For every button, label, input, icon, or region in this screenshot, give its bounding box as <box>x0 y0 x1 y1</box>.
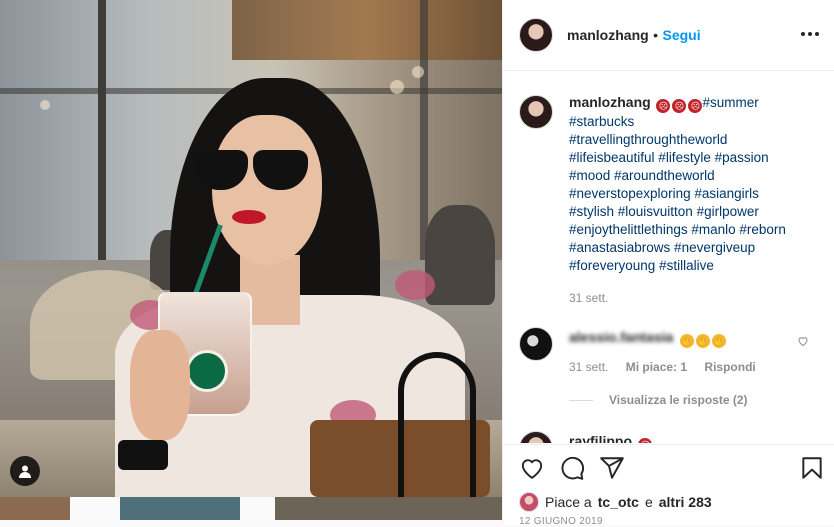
post-sidebar: manlozhang • Segui manlozhang ☹ ☹ ☹ #summer… <box>502 0 834 527</box>
photo-window-frame <box>420 0 428 260</box>
photo-lips <box>232 210 266 224</box>
photo-sunglasses <box>193 150 313 192</box>
comment-line: alessio.fantasia ✋ ✋ ✋ <box>569 329 726 348</box>
post-header: manlozhang • Segui <box>503 0 834 71</box>
reply-button[interactable]: Rispondi <box>704 360 755 374</box>
caption: manlozhang ☹ ☹ ☹ #summer #starbucks #travel… <box>569 93 819 307</box>
angry-face-icon: ☹ <box>688 99 703 113</box>
likes-others[interactable]: altri 283 <box>659 494 712 510</box>
hashtag-line[interactable]: #travellingthroughtheworld <box>569 131 819 149</box>
header-user-line: manlozhang • Segui <box>567 27 701 45</box>
caption-time: 31 sett. <box>569 291 609 305</box>
comment-username[interactable]: rayfilippo <box>569 433 632 443</box>
photo-light <box>412 66 424 78</box>
hashtag-line[interactable]: #starbucks <box>569 113 819 131</box>
photo-light <box>40 100 50 110</box>
likes-joiner: e <box>644 494 653 510</box>
view-replies-line <box>569 400 593 402</box>
likes-user[interactable]: tc_otc <box>598 494 639 510</box>
strip-thumb <box>0 497 70 520</box>
hashtag-line[interactable]: #mood #aroundtheworld <box>569 167 819 185</box>
clapping-hands-icon: ✋ <box>695 334 710 348</box>
user-tag-icon[interactable] <box>10 456 40 486</box>
likes-summary: Piace a tc_otc e altri 283 <box>519 492 712 512</box>
comment-icon[interactable] <box>559 455 585 481</box>
comment-time: 31 sett. <box>569 360 609 374</box>
comment-meta: 31 sett. Mi piace: 1 Rispondi <box>569 360 756 374</box>
comment-avatar[interactable] <box>519 431 553 443</box>
photo-dress-flower <box>395 270 435 300</box>
clapping-hands-icon: ✋ <box>679 334 694 348</box>
action-bar <box>503 444 834 493</box>
comments-section: manlozhang ☹ ☹ ☹ #summer #starbucks #travel… <box>503 71 834 443</box>
photo-hand <box>130 330 190 440</box>
liker-avatar[interactable] <box>519 492 539 512</box>
hashtag[interactable]: #summer <box>702 95 758 110</box>
photo-light <box>390 80 404 94</box>
hashtag-line[interactable]: #anastasiabrows #nevergiveup <box>569 239 819 257</box>
photo-shop-sign <box>232 0 502 60</box>
header-separator: • <box>653 27 659 43</box>
comment-like-heart-icon[interactable] <box>797 335 809 347</box>
hashtag-line[interactable]: #enjoythelittlethings #manlo #reborn <box>569 221 819 239</box>
post-date: 12 giugno 2019 <box>519 516 603 527</box>
hashtag-line[interactable]: #stylish #louisvuitton #girlpower <box>569 203 819 221</box>
photo-strip <box>0 497 505 525</box>
header-username[interactable]: manlozhang <box>567 27 649 43</box>
comment-line: rayfilippo ☹ <box>569 433 653 443</box>
more-options-icon[interactable] <box>799 26 821 42</box>
post-container: manlozhang • Segui manlozhang ☹ ☹ ☹ #summer… <box>0 0 834 527</box>
hashtag-line[interactable]: #lifeisbeautiful #lifestyle #passion <box>569 149 819 167</box>
bookmark-icon[interactable] <box>799 455 825 481</box>
photo-window-frame <box>98 0 106 260</box>
strip-thumb <box>120 497 240 520</box>
share-icon[interactable] <box>599 455 625 481</box>
avatar[interactable] <box>519 18 553 52</box>
comment-likes[interactable]: Mi piace: 1 <box>626 360 687 374</box>
photo-background-person <box>425 205 495 305</box>
view-replies-label[interactable]: Visualizza le risposte (2) <box>609 393 748 407</box>
clapping-hands-icon: ✋ <box>711 334 726 348</box>
follow-button[interactable]: Segui <box>662 27 700 43</box>
view-replies[interactable]: Visualizza le risposte (2) <box>569 393 748 407</box>
caption-avatar[interactable] <box>519 95 553 129</box>
hashtag-line[interactable]: #neverstopexploring #asiangirls <box>569 185 819 203</box>
comment-username[interactable]: alessio.fantasia <box>569 329 673 345</box>
caption-first-line: manlozhang ☹ ☹ ☹ #summer <box>569 93 819 113</box>
comment-avatar[interactable] <box>519 327 553 361</box>
caption-username[interactable]: manlozhang <box>569 94 651 110</box>
photo-watch <box>118 440 168 470</box>
like-heart-icon[interactable] <box>519 455 545 481</box>
angry-face-icon: ☹ <box>656 99 671 113</box>
hashtag-line[interactable]: #foreveryoung #stillalive <box>569 257 819 275</box>
likes-prefix: Piace a <box>545 494 592 510</box>
post-photo[interactable] <box>0 0 502 497</box>
angry-face-icon: ☹ <box>638 438 653 443</box>
strip-thumb <box>275 497 505 520</box>
angry-face-icon: ☹ <box>672 99 687 113</box>
photo-cup-logo <box>186 350 228 392</box>
photo-handbag-strap <box>398 352 476 497</box>
